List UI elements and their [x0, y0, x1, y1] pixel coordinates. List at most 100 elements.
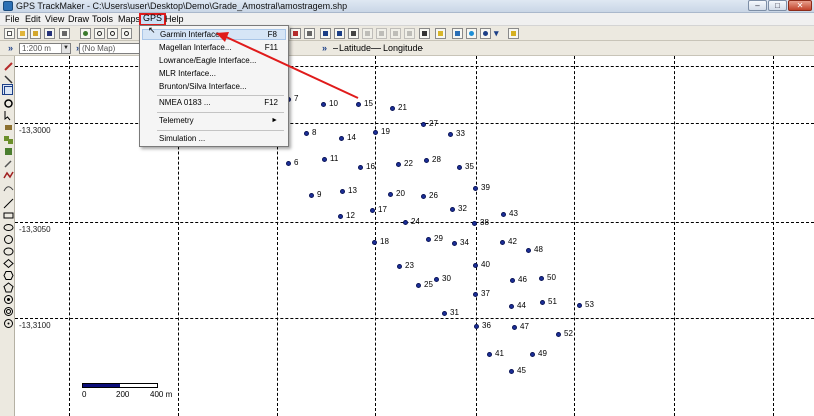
map-canvas[interactable]: -13,3000 -13,3050 -13,3100 7 10 15 21 8 14 19 2…	[15, 56, 814, 416]
layers-tool-icon[interactable]	[2, 145, 13, 156]
mlr-interface-item[interactable]: MLR Interface...	[142, 68, 286, 79]
waypoint-icon[interactable]	[290, 28, 301, 39]
waypoint-marker[interactable]: 9	[309, 190, 321, 199]
waypoint-marker[interactable]: 40	[473, 260, 490, 269]
waypoint-marker[interactable]: 34	[452, 238, 469, 247]
minimize-button[interactable]: –	[748, 0, 767, 11]
waypoint-marker[interactable]: 50	[539, 273, 556, 282]
telemetry-item[interactable]: Telemetry ►	[142, 115, 286, 126]
menu-tools[interactable]: Tools	[90, 14, 115, 25]
waypoint-marker[interactable]: 33	[448, 129, 465, 138]
waypoint-marker[interactable]: 48	[526, 245, 543, 254]
menu-draw[interactable]: Draw	[66, 14, 91, 25]
rectangle-tool-icon[interactable]	[2, 209, 14, 220]
marker-tool-icon[interactable]	[2, 317, 13, 328]
waypoint-marker[interactable]: 25	[416, 280, 433, 289]
waypoint-marker[interactable]: 35	[457, 162, 474, 171]
edit-tool-icon[interactable]	[2, 157, 13, 168]
help-icon[interactable]	[508, 28, 519, 39]
gps-device-icon[interactable]	[419, 28, 430, 39]
waypoint-marker[interactable]: 19	[373, 127, 390, 136]
waypoint-marker[interactable]: 28	[424, 155, 441, 164]
waypoint-marker[interactable]: 26	[421, 191, 438, 200]
track-tool-icon[interactable]	[2, 169, 14, 180]
waypoint-marker[interactable]: 8	[304, 128, 316, 137]
globe-icon[interactable]	[466, 28, 477, 39]
polygon-tool-icon[interactable]	[2, 257, 14, 269]
waypoint-marker[interactable]: 30	[434, 274, 451, 283]
save-icon[interactable]	[44, 28, 55, 39]
oval-tool-icon[interactable]	[2, 245, 14, 256]
route-tool-icon[interactable]	[2, 181, 14, 192]
vehicle-icon[interactable]	[435, 28, 446, 39]
waypoint-marker[interactable]: 6	[286, 158, 298, 167]
waypoint-marker[interactable]: 23	[397, 261, 414, 270]
waypoint-marker[interactable]: 49	[530, 349, 547, 358]
waypoint-marker[interactable]: 20	[388, 189, 405, 198]
flag-icon-4[interactable]	[404, 28, 415, 39]
menu-help[interactable]: Help	[163, 14, 186, 25]
menu-file[interactable]: File	[3, 14, 22, 25]
route-icon[interactable]	[334, 28, 345, 39]
measure-icon[interactable]	[304, 28, 315, 39]
pointer-tool-icon[interactable]	[2, 109, 13, 121]
brunton-interface-item[interactable]: Brunton/Silva Interface...	[142, 81, 286, 92]
copy-tool-icon[interactable]	[2, 133, 13, 144]
scale-select[interactable]: 1:200 m ▼	[19, 43, 71, 54]
garmin-interface-item[interactable]: Garmin Interface... F8	[142, 29, 286, 40]
zoom-in-icon[interactable]	[94, 28, 105, 39]
toolbar-dropdown-icon[interactable]: ▾	[494, 28, 499, 39]
rotate-tool-icon[interactable]	[2, 97, 13, 108]
waypoint-marker[interactable]: 22	[396, 159, 413, 168]
waypoint-marker[interactable]: 43	[501, 209, 518, 218]
waypoint-marker[interactable]: 17	[370, 205, 387, 214]
nmea-item[interactable]: NMEA 0183 ... F12	[142, 97, 286, 108]
waypoint-marker[interactable]: 53	[577, 300, 594, 309]
open-file-icon[interactable]	[30, 28, 41, 39]
waypoint-marker[interactable]: 12	[338, 211, 355, 220]
new-file-icon[interactable]	[4, 28, 15, 39]
waypoint-marker[interactable]: 51	[540, 297, 557, 306]
pentagon-tool-icon[interactable]	[2, 281, 14, 293]
chevron-down-icon[interactable]: ▼	[61, 44, 70, 53]
zoom-out-icon[interactable]	[107, 28, 118, 39]
pan-icon[interactable]	[80, 28, 91, 39]
flag-icon-2[interactable]	[376, 28, 387, 39]
menu-edit[interactable]: Edit	[23, 14, 43, 25]
chevron-right-icon-3[interactable]: »	[322, 43, 327, 53]
lowrance-interface-item[interactable]: Lowrance/Eagle Interface...	[142, 55, 286, 66]
waypoint-marker[interactable]: 32	[450, 204, 467, 213]
waypoint-marker[interactable]: 27	[421, 119, 438, 128]
waypoint-marker[interactable]: 36	[474, 321, 491, 330]
waypoint-marker[interactable]: 14	[339, 133, 356, 142]
calendar-icon[interactable]	[452, 28, 463, 39]
text-icon[interactable]	[348, 28, 359, 39]
waypoint-marker[interactable]: 44	[509, 301, 526, 310]
select-rect-tool-icon[interactable]	[2, 84, 13, 95]
line-tool-icon[interactable]	[2, 197, 14, 209]
chevron-right-icon[interactable]: »	[8, 43, 13, 53]
waypoint-marker[interactable]: 29	[426, 234, 443, 243]
point-tool-icon[interactable]	[2, 305, 13, 316]
waypoint-marker[interactable]: 21	[390, 103, 407, 112]
waypoint-marker[interactable]: 24	[403, 217, 420, 226]
waypoint-marker[interactable]: 10	[321, 99, 338, 108]
flag-icon[interactable]	[362, 28, 373, 39]
magellan-interface-item[interactable]: Magellan Interface... F11	[142, 42, 286, 53]
menu-view[interactable]: View	[43, 14, 66, 25]
waypoint-marker[interactable]: 39	[473, 183, 490, 192]
open-folder-icon[interactable]	[17, 28, 28, 39]
waypoint-marker[interactable]: 11	[322, 154, 338, 163]
maximize-button[interactable]: □	[768, 0, 787, 11]
move-tool-icon[interactable]	[2, 121, 13, 132]
waypoint-marker[interactable]: 18	[372, 237, 389, 246]
waypoint-marker[interactable]: 16	[358, 162, 375, 171]
ellipse-tool-icon[interactable]	[2, 221, 14, 232]
circle-tool-icon[interactable]	[2, 233, 13, 244]
pen-tool-icon[interactable]	[2, 60, 13, 71]
waypoint-marker[interactable]: 15	[356, 99, 373, 108]
zoom-window-icon[interactable]	[121, 28, 132, 39]
target-tool-icon[interactable]	[2, 293, 13, 304]
simulation-item[interactable]: Simulation ...	[142, 133, 286, 144]
waypoint-marker[interactable]: 42	[500, 237, 517, 246]
